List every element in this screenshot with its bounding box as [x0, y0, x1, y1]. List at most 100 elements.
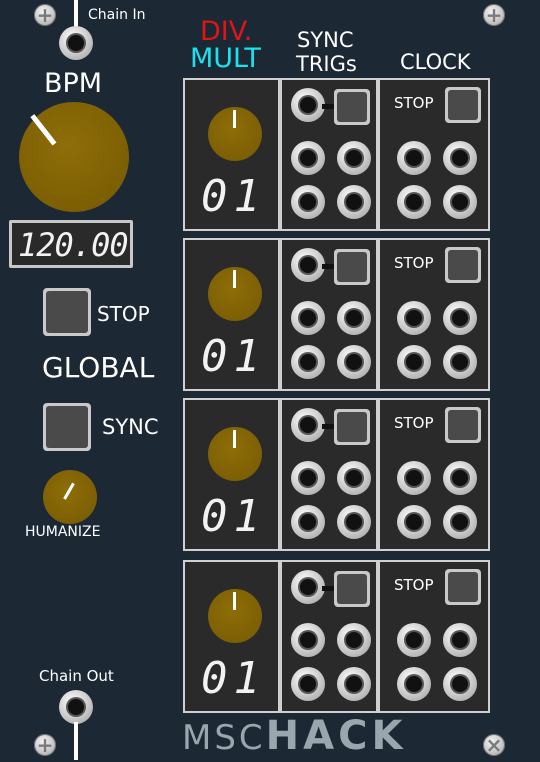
screw-icon: +: [34, 4, 56, 26]
clock-out-jack[interactable]: [397, 623, 431, 657]
sync-trig-button[interactable]: [334, 409, 370, 445]
chain-out-cable: [74, 722, 78, 760]
div-mult-display: 01: [201, 657, 266, 701]
clock-out-jack[interactable]: [443, 623, 477, 657]
global-sync-button[interactable]: [43, 403, 91, 451]
sync-trig-button[interactable]: [334, 571, 370, 607]
div-mult-value: 01: [201, 331, 266, 382]
clock-out-jack[interactable]: [397, 301, 431, 335]
bpm-knob[interactable]: [19, 102, 129, 212]
clock-section: STOP: [378, 78, 490, 231]
sync-trig-jack[interactable]: [291, 141, 325, 175]
div-mult-display: 01: [201, 175, 266, 219]
sync-header-line2: TRIGs: [296, 52, 357, 76]
sync-trigs-section: [280, 560, 378, 713]
sync-trig-button[interactable]: [334, 249, 370, 285]
clock-out-jack[interactable]: [397, 345, 431, 379]
mult-header: MULT: [190, 43, 261, 74]
bpm-label: BPM: [44, 68, 103, 99]
module-panel: + + + × Chain In BPM 120.00 STOP GLOBAL …: [0, 0, 540, 760]
chain-out-jack[interactable]: [59, 690, 93, 724]
clock-out-jack[interactable]: [397, 185, 431, 219]
chain-out-label: Chain Out: [39, 667, 114, 685]
div-mult-knob[interactable]: [208, 589, 262, 643]
clock-stop-button[interactable]: [445, 407, 481, 443]
clock-out-jack[interactable]: [443, 505, 477, 539]
div-mult-section: 01: [183, 398, 280, 551]
brand-hack: HACK: [265, 713, 407, 759]
bpm-knob-indicator: [30, 114, 57, 146]
sync-trig-jack[interactable]: [337, 667, 371, 701]
sync-trigs-section: [280, 398, 378, 551]
clock-stop-button[interactable]: [445, 87, 481, 123]
clock-out-jack[interactable]: [443, 345, 477, 379]
clock-out-jack[interactable]: [443, 141, 477, 175]
clock-stop-button[interactable]: [445, 247, 481, 283]
humanize-label: HUMANIZE: [25, 524, 101, 540]
sync-trig-jack[interactable]: [337, 141, 371, 175]
global-stop-label: STOP: [97, 302, 150, 326]
div-mult-knob-indicator: [233, 270, 236, 288]
sync-trig-input-jack[interactable]: [291, 570, 325, 604]
clock-out-jack[interactable]: [397, 667, 431, 701]
clock-stop-label: STOP: [394, 94, 434, 112]
clock-out-jack[interactable]: [443, 185, 477, 219]
chain-in-label: Chain In: [88, 7, 146, 23]
sync-trig-jack[interactable]: [337, 461, 371, 495]
sync-trig-input-jack[interactable]: [291, 408, 325, 442]
bpm-display-frame: 120.00: [9, 220, 133, 268]
sync-trig-jack[interactable]: [291, 505, 325, 539]
humanize-knob[interactable]: [43, 470, 97, 524]
clock-stop-button[interactable]: [445, 569, 481, 605]
screw-icon: ×: [483, 734, 505, 756]
sync-trig-jack[interactable]: [337, 505, 371, 539]
clock-stop-label: STOP: [394, 254, 434, 272]
div-mult-knob-indicator: [233, 592, 236, 610]
sync-trig-jack[interactable]: [291, 623, 325, 657]
sync-trig-input-jack[interactable]: [291, 248, 325, 282]
brand-logo: MSCHACK: [182, 712, 406, 762]
div-mult-section: 01: [183, 78, 280, 231]
div-mult-knob-indicator: [233, 110, 236, 128]
div-mult-section: 01: [183, 238, 280, 391]
chain-in-jack[interactable]: [59, 26, 93, 60]
global-sync-label: SYNC: [102, 415, 159, 439]
screw-icon: +: [34, 734, 56, 756]
sync-trigs-section: [280, 78, 378, 231]
screw-icon: +: [483, 4, 505, 26]
clock-stop-label: STOP: [394, 414, 434, 432]
div-mult-value: 01: [201, 171, 266, 222]
sync-trig-jack[interactable]: [337, 345, 371, 379]
sync-header-line1: SYNC: [297, 28, 354, 52]
clock-out-jack[interactable]: [397, 505, 431, 539]
sync-trig-jack[interactable]: [291, 345, 325, 379]
clock-section: STOP: [378, 238, 490, 391]
div-mult-value: 01: [201, 491, 266, 542]
sync-trig-input-jack[interactable]: [291, 88, 325, 122]
clock-out-jack[interactable]: [443, 667, 477, 701]
clock-out-jack[interactable]: [443, 301, 477, 335]
sync-trig-jack[interactable]: [337, 185, 371, 219]
clock-stop-label: STOP: [394, 576, 434, 594]
div-mult-knob[interactable]: [208, 427, 262, 481]
div-mult-display: 01: [201, 335, 266, 379]
sync-trig-jack[interactable]: [291, 301, 325, 335]
div-mult-knob[interactable]: [208, 267, 262, 321]
div-mult-value: 01: [201, 653, 266, 704]
clock-out-jack[interactable]: [443, 461, 477, 495]
sync-trig-jack[interactable]: [291, 461, 325, 495]
clock-section: STOP: [378, 560, 490, 713]
div-mult-knob[interactable]: [208, 107, 262, 161]
humanize-knob-indicator: [63, 482, 75, 500]
sync-trig-jack[interactable]: [291, 667, 325, 701]
clock-out-jack[interactable]: [397, 141, 431, 175]
sync-trig-jack[interactable]: [337, 623, 371, 657]
brand-ms: MSC: [182, 718, 266, 758]
clock-section: STOP: [378, 398, 490, 551]
clock-out-jack[interactable]: [397, 461, 431, 495]
sync-trig-jack[interactable]: [337, 301, 371, 335]
global-stop-button[interactable]: [43, 288, 91, 336]
sync-trig-button[interactable]: [334, 89, 370, 125]
div-mult-knob-indicator: [233, 430, 236, 448]
sync-trig-jack[interactable]: [291, 185, 325, 219]
